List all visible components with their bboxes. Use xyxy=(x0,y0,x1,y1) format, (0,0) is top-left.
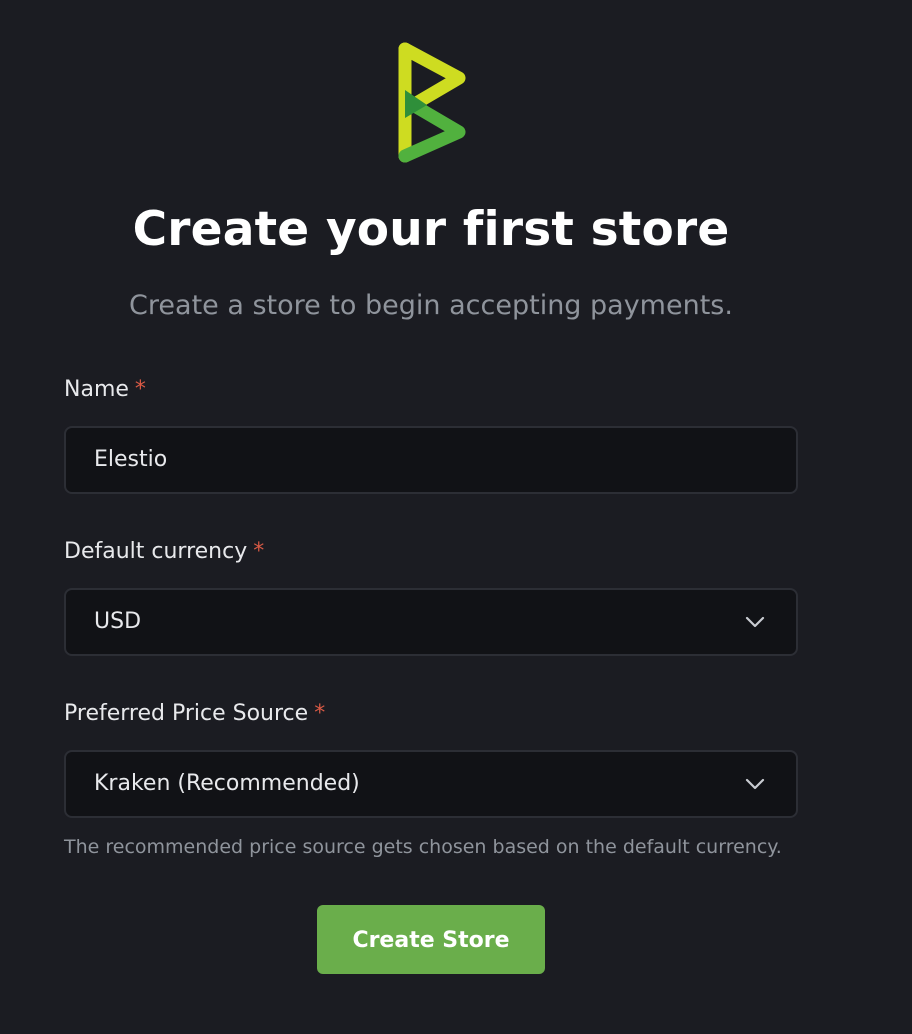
default-currency-select[interactable]: USD xyxy=(64,588,798,656)
store-name-value: Elestio xyxy=(94,447,168,472)
price-source-label: Preferred Price Source * xyxy=(64,701,325,726)
chevron-down-icon xyxy=(745,778,765,790)
price-source-label-text: Preferred Price Source xyxy=(64,701,309,726)
required-asterisk: * xyxy=(314,701,326,726)
default-currency-label-text: Default currency xyxy=(64,539,248,564)
page-subtitle: Create a store to begin accepting paymen… xyxy=(129,290,733,321)
price-source-select[interactable]: Kraken (Recommended) xyxy=(64,750,798,818)
page-title: Create your first store xyxy=(132,202,730,257)
price-source-value: Kraken (Recommended) xyxy=(94,771,360,796)
required-asterisk: * xyxy=(253,539,265,564)
price-source-help-text: The recommended price source gets chosen… xyxy=(64,836,782,858)
name-label: Name * xyxy=(64,377,146,402)
create-store-page: Create your first store Create a store t… xyxy=(0,0,912,1034)
required-asterisk: * xyxy=(134,377,146,402)
store-name-input[interactable]: Elestio xyxy=(64,426,798,494)
create-store-button[interactable]: Create Store xyxy=(317,905,545,974)
btcpay-logo-icon xyxy=(398,42,466,163)
default-currency-label: Default currency * xyxy=(64,539,264,564)
name-label-text: Name xyxy=(64,377,129,402)
default-currency-value: USD xyxy=(94,609,142,634)
chevron-down-icon xyxy=(745,616,765,628)
